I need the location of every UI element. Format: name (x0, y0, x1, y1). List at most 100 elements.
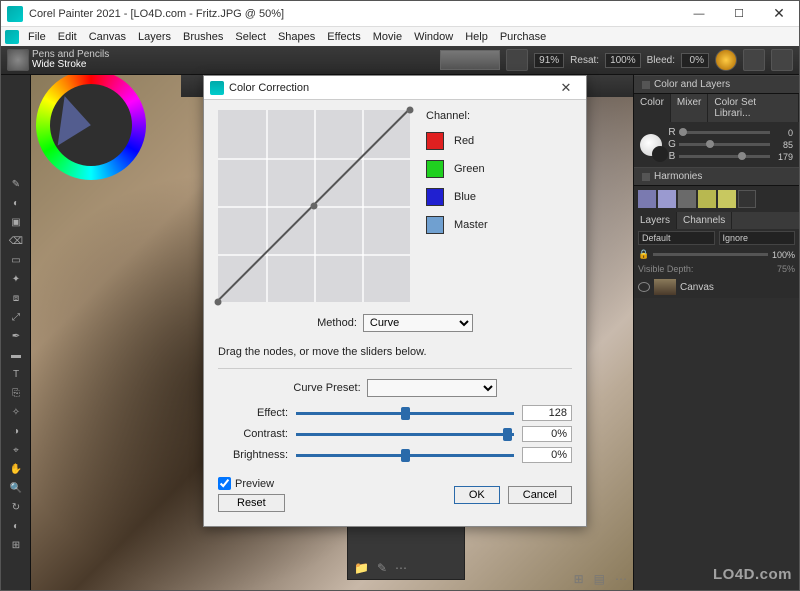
nav-tool-icon[interactable]: ⊞ (2, 536, 30, 554)
more-icon[interactable]: ⋯ (615, 572, 627, 586)
harm-sw-1[interactable] (638, 190, 656, 208)
zoom-tool-icon[interactable]: 🔍 (2, 479, 30, 497)
mirror-tool-icon[interactable]: ✧ (2, 403, 30, 421)
color-swatch[interactable] (640, 134, 662, 156)
slider-b[interactable] (679, 155, 770, 158)
extra-tool-2[interactable] (771, 49, 793, 71)
menu-layers[interactable]: Layers (133, 31, 176, 43)
eye-icon[interactable] (638, 282, 650, 292)
magicwand-tool-icon[interactable]: ✦ (2, 270, 30, 288)
ref-more-icon[interactable]: ⋯ (395, 561, 407, 575)
harm-sw-2[interactable] (658, 190, 676, 208)
color-wheel[interactable] (36, 75, 146, 180)
preview-checkbox[interactable]: Preview (218, 477, 285, 490)
harm-add[interactable] (738, 190, 756, 208)
effect-value[interactable]: 128 (522, 405, 572, 421)
opacity-slider[interactable] (653, 253, 768, 256)
effect-label: Effect: (218, 407, 288, 419)
harm-sw-4[interactable] (698, 190, 716, 208)
divine-tool-icon[interactable]: ⌖ (2, 441, 30, 459)
tab-color[interactable]: Color (634, 94, 671, 122)
nav-icon[interactable]: ⊞ (574, 572, 584, 586)
transform-tool-icon[interactable]: ⤢ (2, 308, 30, 326)
ref-dropper-icon[interactable]: ✎ (377, 561, 387, 575)
dock-header: Color and Layers (634, 75, 799, 94)
app-menu-icon[interactable] (5, 30, 19, 44)
menu-window[interactable]: Window (409, 31, 458, 43)
dialog-close-button[interactable]: ✕ (552, 80, 580, 96)
channel-green[interactable]: Green (426, 160, 572, 178)
brightness-value[interactable]: 0% (522, 447, 572, 463)
menu-effects[interactable]: Effects (322, 31, 365, 43)
channel-label: Channel: (426, 110, 572, 122)
brush-tool-icon[interactable]: ✎ (2, 175, 30, 193)
channel-master[interactable]: Master (426, 216, 572, 234)
reset-button[interactable]: Reset (218, 494, 285, 512)
size-value[interactable]: 91% (534, 53, 564, 68)
menubar: File Edit Canvas Layers Brushes Select S… (1, 27, 799, 46)
menu-edit[interactable]: Edit (53, 31, 82, 43)
tab-mixer[interactable]: Mixer (671, 94, 708, 122)
harm-sw-3[interactable] (678, 190, 696, 208)
menu-help[interactable]: Help (460, 31, 493, 43)
lock-icon[interactable]: 🔒 (638, 249, 649, 260)
doc-icon[interactable]: ▤ (594, 572, 605, 586)
menu-file[interactable]: File (23, 31, 51, 43)
dropper-tool-icon[interactable]: ◐ (2, 194, 30, 212)
bleed-value[interactable]: 0% (681, 53, 709, 68)
slider-g[interactable] (679, 143, 770, 146)
menu-purchase[interactable]: Purchase (495, 31, 551, 43)
eraser-tool-icon[interactable]: ⌫ (2, 232, 30, 250)
rotate-tool-icon[interactable]: ↻ (2, 498, 30, 516)
tab-layers[interactable]: Layers (634, 212, 677, 229)
maximize-button[interactable]: ☐ (719, 1, 759, 27)
clone-tool-icon[interactable]: ⎘ (2, 384, 30, 402)
extra-tool-1[interactable] (743, 49, 765, 71)
method-select[interactable]: Curve (363, 314, 473, 332)
effect-slider[interactable] (296, 412, 514, 415)
layer-row-canvas[interactable]: Canvas (634, 276, 799, 298)
preset-select[interactable] (367, 379, 497, 397)
paintbucket-tool-icon[interactable]: ▣ (2, 213, 30, 231)
cancel-button[interactable]: Cancel (508, 486, 572, 504)
color-toggle-icon[interactable] (715, 49, 737, 71)
crop-tool-icon[interactable]: ⧈ (2, 289, 30, 307)
tab-channels[interactable]: Channels (677, 212, 732, 229)
brightness-slider[interactable] (296, 454, 514, 457)
composite-select[interactable]: Ignore (719, 231, 796, 245)
menu-brushes[interactable]: Brushes (178, 31, 228, 43)
close-button[interactable]: ✕ (759, 1, 799, 27)
contrast-value[interactable]: 0% (522, 426, 572, 442)
resat-value[interactable]: 100% (605, 53, 641, 68)
dodge-tool-icon[interactable]: ◑ (2, 422, 30, 440)
menu-select[interactable]: Select (230, 31, 271, 43)
menu-shapes[interactable]: Shapes (273, 31, 320, 43)
dab-preview[interactable] (440, 50, 500, 70)
curve-editor[interactable] (218, 110, 410, 302)
pen-tool-icon[interactable]: ✒ (2, 327, 30, 345)
menu-canvas[interactable]: Canvas (84, 31, 131, 43)
color-swap-icon[interactable]: ◐ (2, 517, 30, 535)
minimize-button[interactable]: — (679, 1, 719, 27)
hand-tool-icon[interactable]: ✋ (2, 460, 30, 478)
channel-red[interactable]: Red (426, 132, 572, 150)
channel-blue[interactable]: Blue (426, 188, 572, 206)
blend-mode-select[interactable]: Default (638, 231, 715, 245)
shape-tool-icon[interactable]: ▬ (2, 346, 30, 364)
right-dock: Color and Layers Color Mixer Color Set L… (633, 75, 799, 590)
text-tool-icon[interactable]: T (2, 365, 30, 383)
layer-name: Canvas (680, 282, 714, 293)
harm-sw-5[interactable] (718, 190, 736, 208)
harmonies-header[interactable]: Harmonies (634, 167, 799, 186)
dialog-icon (210, 81, 224, 95)
ok-button[interactable]: OK (454, 486, 500, 504)
layer-thumb (654, 279, 676, 295)
slider-r[interactable] (679, 131, 770, 134)
menu-movie[interactable]: Movie (368, 31, 407, 43)
tab-colorset[interactable]: Color Set Librari... (708, 94, 799, 122)
grain-button[interactable] (506, 49, 528, 71)
ref-open-icon[interactable]: 📁 (354, 561, 369, 575)
contrast-slider[interactable] (296, 433, 514, 436)
selection-tool-icon[interactable]: ▭ (2, 251, 30, 269)
brush-selector[interactable] (7, 49, 29, 71)
